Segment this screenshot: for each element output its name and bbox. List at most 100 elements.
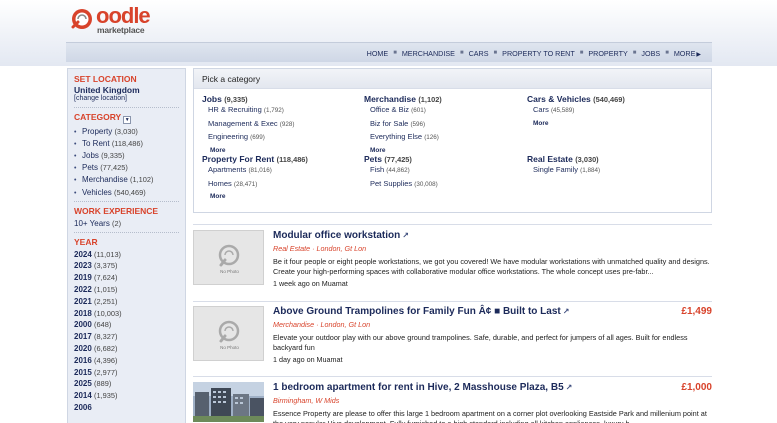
sidebar-item-label: Property (82, 126, 113, 136)
nav-separator: ■ (632, 50, 637, 56)
nav-cars[interactable]: CARS (466, 49, 492, 58)
sidebar-item-to-rent[interactable]: • To Rent (118,486) (74, 137, 179, 149)
subcategory-count: (928) (279, 120, 295, 128)
nav-separator: ■ (579, 50, 584, 56)
year-item[interactable]: 2000 (648) (74, 319, 179, 331)
subcategory-homes[interactable]: Homes (28,471) (202, 178, 308, 192)
category-picker: Pick a category Jobs (9,335) HR & Recrui… (193, 68, 712, 213)
year-item[interactable]: 2020 (6,682) (74, 343, 179, 355)
sidebar-item-label: Merchandise (82, 175, 128, 185)
nav-separator: ■ (459, 50, 464, 56)
sidebar-item-10-plus-years[interactable]: 10+ Years (2) (74, 217, 179, 229)
sidebar-item-property[interactable]: • Property (3,030) (74, 125, 179, 137)
nav-home[interactable]: HOME (364, 49, 392, 58)
year-value: 2000 (74, 320, 92, 330)
category-label: Real Estate (527, 154, 573, 164)
dropdown-caret-icon[interactable]: ▼ (123, 116, 132, 124)
category-column-jobs: Jobs (9,335) HR & Recruiting (1,792) Man… (202, 94, 294, 157)
logo-text: oodle (96, 3, 151, 28)
year-count: (1,935) (94, 391, 118, 401)
listing-title[interactable]: Above Ground Trampolines for Family Fun … (273, 306, 569, 317)
sidebar-item-merchandise[interactable]: • Merchandise (1,102) (74, 174, 179, 186)
subcategory-count: (30,008) (414, 180, 438, 188)
sidebar-item-count: (2) (112, 218, 122, 228)
year-item[interactable]: 2015 (2,977) (74, 366, 179, 378)
listing-category-location: Merchandise · London, Gt Lon (273, 320, 371, 329)
header: oodle marketplace HOME ■ MERCHANDISE ■ C… (0, 0, 777, 66)
subcategory-engineering[interactable]: Engineering (699) (202, 131, 294, 145)
set-location-heading: SET LOCATION (74, 74, 137, 84)
listing-thumbnail[interactable]: No Photo (193, 230, 264, 285)
subcategory-hr-recruiting[interactable]: HR & Recruiting (1,792) (202, 104, 294, 118)
year-item[interactable]: 2006 (74, 401, 179, 413)
subcategory-biz-for-sale[interactable]: Biz for Sale (596) (364, 118, 442, 132)
year-item[interactable]: 2014 (1,935) (74, 390, 179, 402)
subcategory-management-exec[interactable]: Management & Exec (928) (202, 118, 294, 132)
current-location: United Kingdom (74, 85, 140, 95)
year-item[interactable]: 2021 (2,251) (74, 295, 179, 307)
year-item[interactable]: 2016 (4,396) (74, 354, 179, 366)
listing-photo[interactable] (193, 382, 264, 422)
listing-title[interactable]: Modular office workstation ↗ (273, 230, 409, 241)
subcategory-cars[interactable]: Cars (45,589) (527, 104, 625, 118)
year-item[interactable]: 2025 (889) (74, 378, 179, 390)
logo-subtext: marketplace (97, 25, 145, 35)
listing-description: Essence Property are please to offer thi… (273, 409, 707, 423)
listing-price: £1,000 (681, 382, 712, 393)
subcategory-count: (601) (411, 107, 426, 114)
subcategory-count: (81,016) (248, 167, 272, 174)
sidebar-item-vehicles[interactable]: • Vehicles (540,469) (74, 186, 179, 198)
category-property-for-rent[interactable]: Property For Rent (118,486) (202, 154, 308, 164)
external-link-icon: ↗ (565, 383, 573, 392)
nav-merchandise[interactable]: MERCHANDISE (399, 49, 458, 58)
oodle-logo[interactable]: oodle marketplace (70, 5, 160, 39)
year-item[interactable]: 2022 (1,015) (74, 284, 179, 296)
subcategory-fish[interactable]: Fish (44,862) (364, 164, 438, 178)
year-item[interactable]: 2018 (10,003) (74, 307, 179, 319)
subcategory-single-family[interactable]: Single Family (1,884) (527, 164, 600, 178)
listing-description: Elevate your outdoor play with our above… (273, 333, 688, 352)
bullet-icon: • (74, 189, 77, 197)
change-location-link[interactable]: [change location] (74, 95, 179, 102)
nav-separator: ■ (393, 50, 397, 56)
category-pets[interactable]: Pets (77,425) (364, 154, 438, 164)
subcategory-office-biz[interactable]: Office & Biz (601) (364, 104, 442, 118)
nav-property[interactable]: PROPERTY (585, 49, 630, 58)
subcategory-count: (1,792) (263, 107, 284, 114)
nav-separator: ■ (493, 50, 498, 56)
category-merchandise[interactable]: Merchandise (1,102) (364, 94, 442, 104)
nav-jobs[interactable]: JOBS (638, 49, 663, 58)
year-value: 2025 (74, 379, 92, 389)
subcategory-pet-supplies[interactable]: Pet Supplies (30,008) (364, 178, 438, 192)
sidebar-item-label: Jobs (82, 150, 99, 160)
nav-more[interactable]: MORE▶ (671, 49, 704, 58)
listing-title-text: Above Ground Trampolines for Family Fun … (273, 306, 561, 317)
subcategory-label: Management & Exec (208, 118, 278, 128)
sidebar-item-jobs[interactable]: • Jobs (9,335) (74, 149, 179, 161)
no-photo-label: No Photo (220, 345, 239, 350)
category-cars-vehicles[interactable]: Cars & Vehicles (540,469) (527, 94, 625, 104)
subcategory-count: (699) (250, 134, 265, 141)
year-value: 2022 (74, 285, 92, 295)
listing-item: 1 bedroom apartment for rent in Hive, 2 … (193, 382, 712, 423)
category-count: (9,335) (224, 95, 248, 104)
listing-thumbnail[interactable]: No Photo (193, 306, 264, 361)
category-column-cars: Cars & Vehicles (540,469) Cars (45,589) … (527, 94, 625, 130)
year-item[interactable]: 2019 (7,624) (74, 272, 179, 284)
nav-property-to-rent[interactable]: PROPERTY TO RENT (499, 49, 578, 58)
listing-meta: 1 day ago on Muamat (273, 355, 343, 364)
year-item[interactable]: 2023 (3,375) (74, 260, 179, 272)
category-heading[interactable]: CATEGORY ▼ (74, 112, 179, 124)
category-label: Property For Rent (202, 154, 275, 164)
year-item[interactable]: 2024 (11,013) (74, 248, 179, 260)
listing-title[interactable]: 1 bedroom apartment for rent in Hive, 2 … (273, 382, 572, 393)
subcategory-everything-else[interactable]: Everything Else (126) (364, 131, 442, 145)
sidebar-item-pets[interactable]: • Pets (77,425) (74, 162, 179, 174)
logo-mark-icon (71, 9, 92, 29)
more-cars-link[interactable]: More (527, 118, 625, 130)
more-rent-link[interactable]: More (202, 191, 308, 203)
subcategory-apartments[interactable]: Apartments (81,016) (202, 164, 308, 178)
year-item[interactable]: 2017 (8,327) (74, 331, 179, 343)
category-jobs[interactable]: Jobs (9,335) (202, 94, 294, 104)
category-real-estate[interactable]: Real Estate (3,030) (527, 154, 600, 164)
